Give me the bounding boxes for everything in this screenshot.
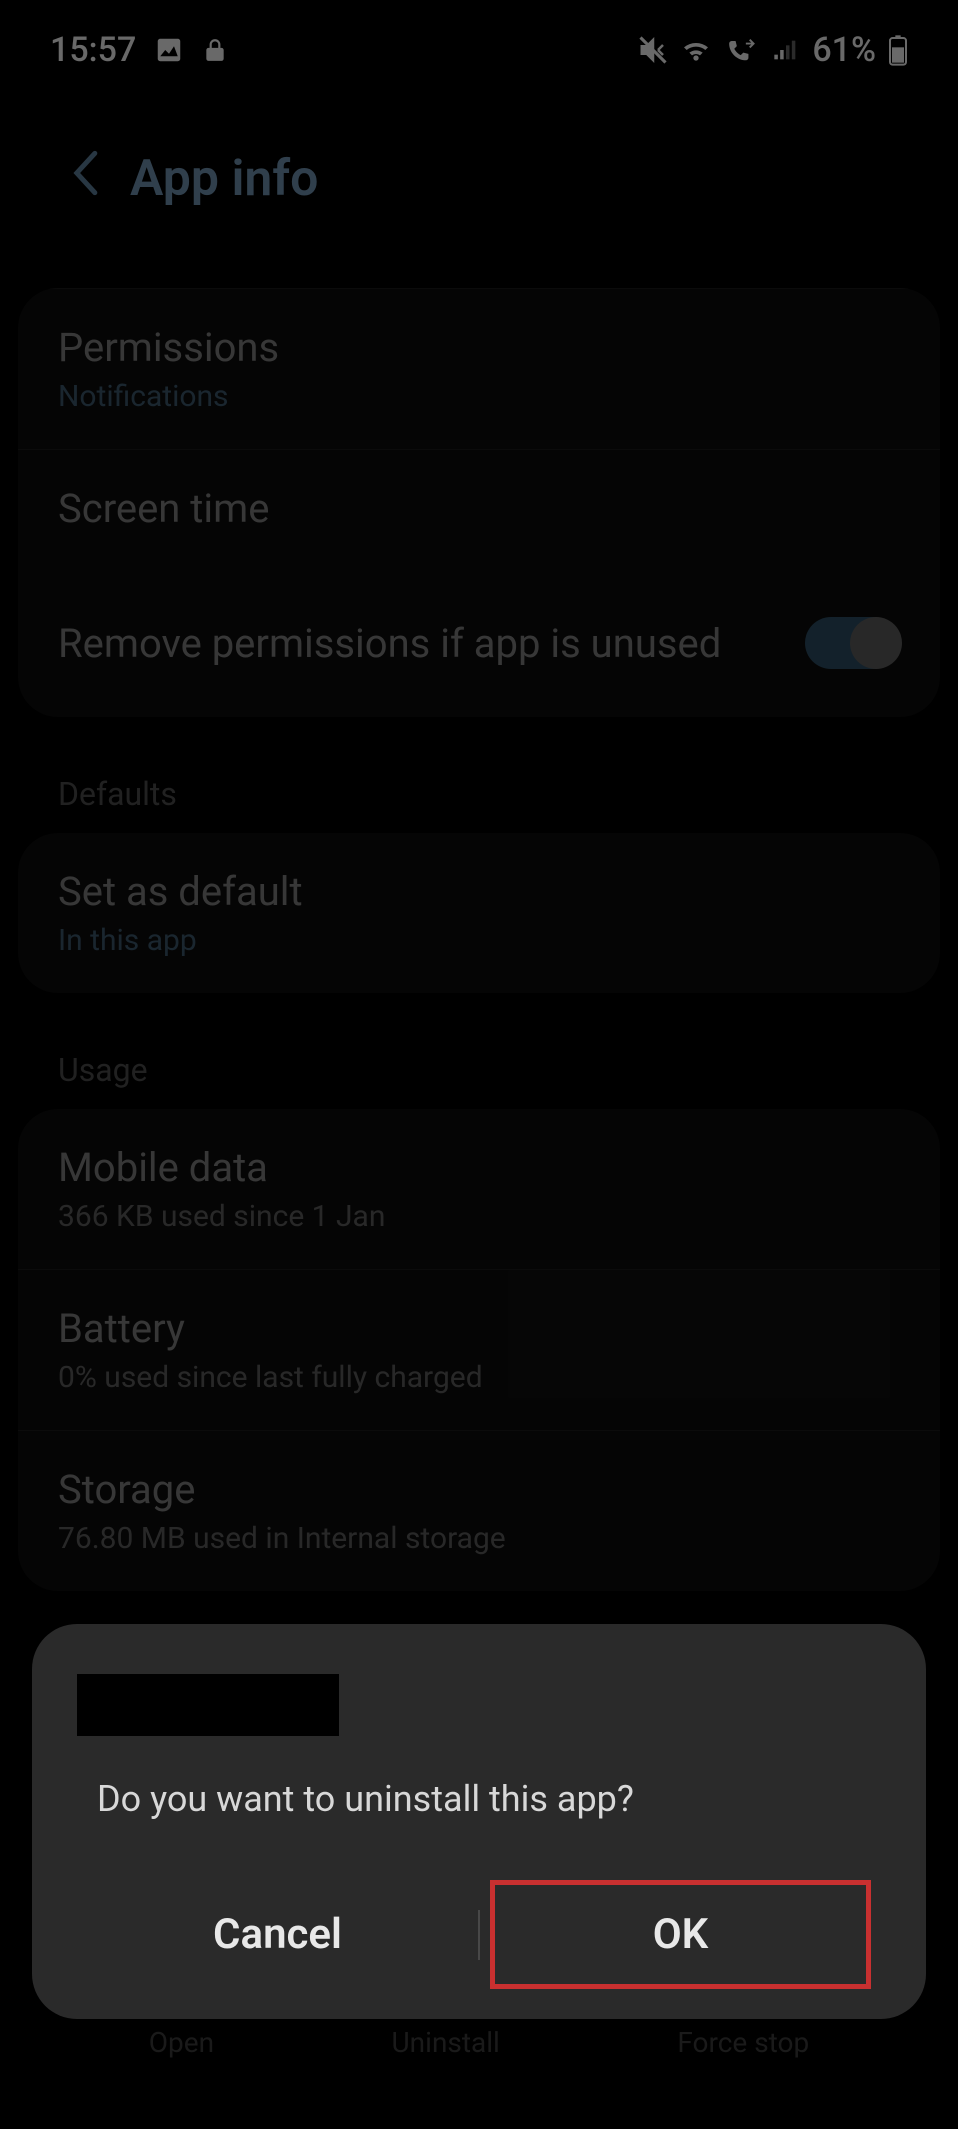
dialog-app-name-redacted <box>77 1674 339 1736</box>
uninstall-dialog: Do you want to uninstall this app? Cance… <box>32 1624 926 2019</box>
dialog-message: Do you want to uninstall this app? <box>77 1778 881 1820</box>
ok-button[interactable]: OK <box>490 1880 871 1989</box>
dialog-buttons: Cancel OK <box>77 1892 881 1977</box>
cancel-button[interactable]: Cancel <box>77 1892 478 1977</box>
